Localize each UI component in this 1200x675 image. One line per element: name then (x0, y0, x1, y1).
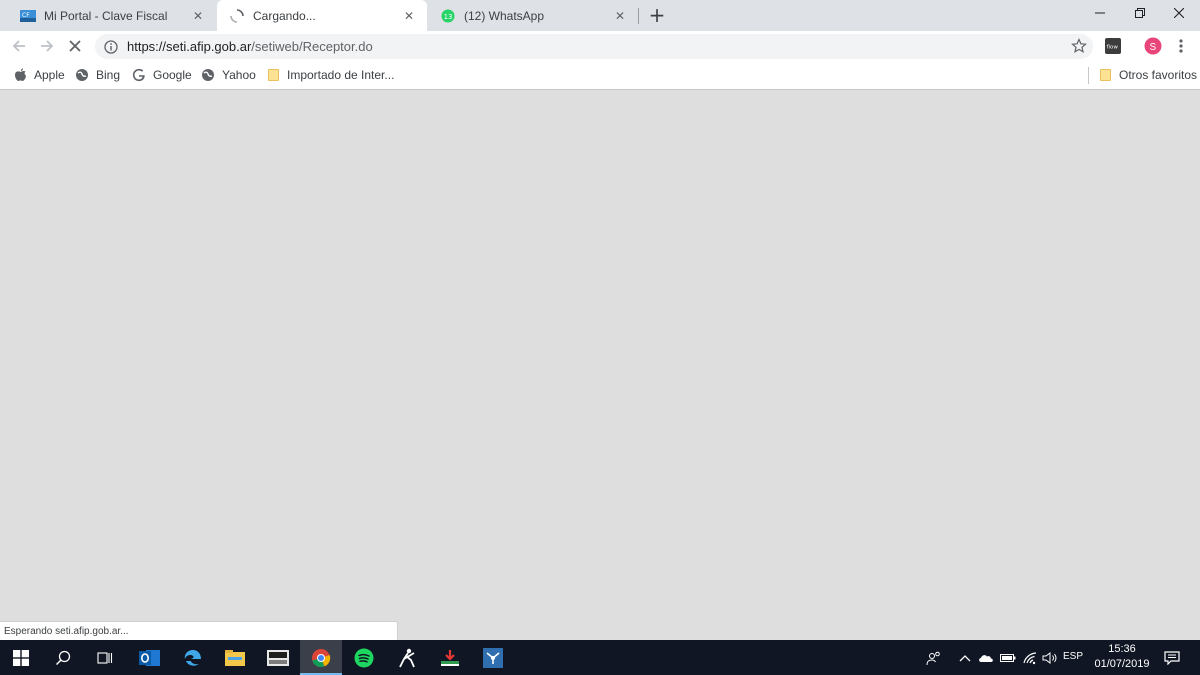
chrome-icon[interactable] (300, 640, 342, 675)
svg-text:flow: flow (1107, 45, 1119, 51)
system-clock[interactable]: 15:36 01/07/2019 (1092, 642, 1152, 672)
extension-flow-icon[interactable]: flow (1101, 34, 1125, 58)
bookmark-label: Apple (34, 68, 65, 82)
task-view-icon (97, 651, 113, 664)
apple-icon (13, 68, 27, 82)
volume-icon[interactable] (1040, 640, 1060, 675)
battery-icon[interactable] (998, 640, 1018, 675)
start-button[interactable] (0, 640, 42, 675)
google-icon (132, 68, 146, 82)
whatsapp-icon: 13 (440, 8, 456, 24)
close-window-button[interactable] (1158, 0, 1200, 26)
close-tab-icon[interactable]: ✕ (612, 8, 628, 24)
close-tab-icon[interactable]: ✕ (401, 8, 417, 24)
url-path: /setiweb/Receptor.do (251, 39, 373, 54)
menu-kebab-icon[interactable] (1169, 34, 1193, 58)
people-icon[interactable] (922, 640, 946, 675)
profile-avatar[interactable]: S (1141, 34, 1165, 58)
bookmark-folder-importado[interactable]: Importado de Inter... (266, 66, 394, 84)
tab-title: Cargando... (253, 8, 316, 23)
tab-whatsapp[interactable]: 13 (12) WhatsApp ✕ (428, 0, 638, 31)
folder-icon (1098, 68, 1112, 82)
minimize-button[interactable] (1079, 0, 1121, 26)
loading-spinner-icon (229, 8, 245, 24)
download-app-icon[interactable] (429, 640, 471, 675)
svg-text:S: S (1150, 42, 1157, 53)
afip-app-icon[interactable] (257, 640, 299, 675)
bookmark-label: Importado de Inter... (287, 68, 395, 82)
spotify-icon[interactable] (343, 640, 385, 675)
notifications-icon[interactable] (1160, 640, 1184, 675)
svg-text:CF: CF (22, 12, 30, 19)
bookmark-apple[interactable]: Apple (13, 66, 65, 84)
tab-cargando[interactable]: Cargando... ✕ (217, 0, 427, 31)
tab-title: Mi Portal - Clave Fiscal (44, 8, 168, 23)
chevron-up-icon[interactable] (956, 640, 974, 675)
bookmark-star-icon[interactable] (1071, 38, 1087, 54)
bookmark-bing[interactable]: Bing (75, 66, 120, 84)
outlook-icon[interactable] (129, 640, 171, 675)
bookmark-label: Yahoo (222, 68, 256, 82)
url-text: https://seti.afip.gob.ar/setiweb/Recepto… (127, 39, 373, 54)
stop-loading-button[interactable] (63, 34, 87, 58)
other-bookmarks-folder[interactable]: Otros favoritos (1098, 66, 1197, 84)
bookmarks-bar: Apple Bing Google Yahoo Importado de Int… (0, 61, 1200, 90)
edge-icon[interactable] (172, 640, 214, 675)
close-tab-icon[interactable]: ✕ (190, 8, 206, 24)
bookmark-label: Otros favoritos (1119, 68, 1198, 82)
bookmarks-divider (1088, 67, 1089, 84)
svg-text:13: 13 (444, 13, 453, 21)
cloud-icon[interactable] (976, 640, 996, 675)
bookmark-google[interactable]: Google (132, 66, 192, 84)
windows-logo-icon (13, 649, 29, 666)
globe-icon (75, 68, 89, 82)
back-button[interactable] (7, 34, 31, 58)
clock-time: 15:36 (1108, 643, 1136, 655)
wifi-icon[interactable] (1020, 640, 1040, 675)
tab-mi-portal[interactable]: CF Mi Portal - Clave Fiscal ✕ (8, 0, 216, 31)
language-indicator[interactable]: ESP (1063, 651, 1083, 662)
status-bubble: Esperando seti.afip.gob.ar... (0, 621, 398, 640)
address-bar[interactable]: https://seti.afip.gob.ar/setiweb/Recepto… (95, 34, 1093, 59)
tab-strip: CF Mi Portal - Clave Fiscal ✕ Cargando..… (0, 0, 1200, 31)
url-host: https://seti.afip.gob.ar (127, 39, 252, 54)
file-explorer-icon[interactable] (214, 640, 256, 675)
page-content (0, 90, 1200, 640)
afip-cf-icon: CF (20, 8, 36, 24)
folder-icon (266, 68, 280, 82)
search-button[interactable] (42, 640, 84, 675)
network-app-icon[interactable] (472, 640, 514, 675)
browser-toolbar: https://seti.afip.gob.ar/setiweb/Recepto… (0, 31, 1200, 61)
windows-taskbar: ESP 15:36 01/07/2019 (0, 640, 1200, 675)
new-tab-button[interactable]: + (645, 3, 669, 27)
bookmark-label: Bing (96, 68, 121, 82)
tab-title: (12) WhatsApp (464, 8, 545, 23)
forward-button[interactable] (35, 34, 59, 58)
restore-button[interactable] (1119, 0, 1161, 26)
site-info-icon[interactable] (103, 39, 119, 55)
ninja-app-icon[interactable] (386, 640, 428, 675)
clock-date: 01/07/2019 (1094, 658, 1150, 670)
bookmark-yahoo[interactable]: Yahoo (201, 66, 256, 84)
search-icon (55, 650, 71, 665)
globe-icon (201, 68, 215, 82)
task-view-button[interactable] (84, 640, 126, 675)
bookmark-label: Google (153, 68, 192, 82)
tab-divider (638, 8, 639, 24)
